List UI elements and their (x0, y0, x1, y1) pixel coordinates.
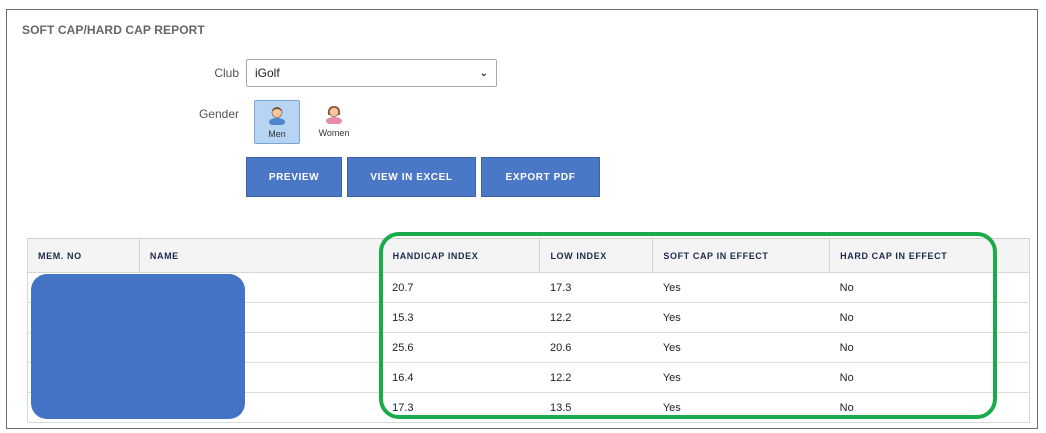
col-name[interactable]: NAME (138, 238, 383, 273)
page-title: SOFT CAP/HARD CAP REPORT (22, 23, 205, 37)
report-panel: SOFT CAP/HARD CAP REPORT Club iGolf ⌄ Ge… (6, 9, 1038, 429)
gender-women-label: Women (318, 128, 350, 138)
preview-button[interactable]: PREVIEW (246, 157, 342, 197)
redaction-overlay (31, 274, 245, 419)
gender-women-button[interactable]: Women (311, 100, 357, 144)
club-select[interactable]: iGolf ⌄ (246, 59, 497, 87)
chevron-down-icon: ⌄ (479, 67, 488, 79)
club-label: Club (214, 66, 239, 80)
gender-men-label: Men (268, 129, 286, 139)
man-avatar-icon (269, 107, 285, 125)
gender-label: Gender (198, 107, 239, 121)
export-pdf-button[interactable]: EXPORT PDF (481, 157, 600, 197)
col-mem-no[interactable]: MEM. NO (27, 238, 140, 273)
highlight-annotation (379, 232, 997, 419)
view-in-excel-button[interactable]: VIEW IN EXCEL (347, 157, 476, 197)
club-select-value: iGolf (255, 66, 280, 80)
gender-men-button[interactable]: Men (254, 100, 300, 144)
woman-avatar-icon (326, 106, 342, 124)
